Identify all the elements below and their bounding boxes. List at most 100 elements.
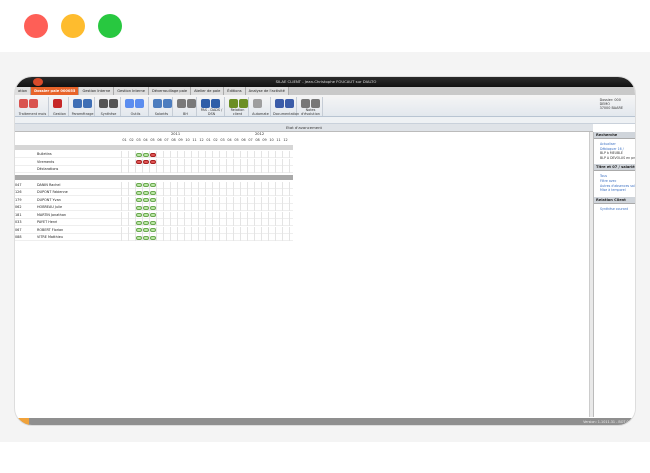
summary-row[interactable]: Bulletins: [15, 151, 293, 158]
status-ok-icon[interactable]: [143, 183, 149, 187]
month-label: 12: [283, 138, 288, 142]
tab-item[interactable]: Gestion Interne: [114, 87, 149, 95]
toolbar-group[interactable]: PAS - DADS / DSN: [199, 97, 225, 116]
status-ok-icon[interactable]: [136, 205, 142, 210]
panel-section-header[interactable]: Relation Client: [594, 196, 635, 204]
toolbar-icon[interactable]: [73, 99, 82, 108]
status-ok-icon[interactable]: [136, 198, 142, 202]
toolbar-icon[interactable]: [229, 99, 238, 108]
toolbar-icon[interactable]: [301, 99, 310, 108]
toolbar-group-label: Relation client: [230, 108, 245, 116]
status-ok-icon[interactable]: [143, 235, 149, 240]
toolbar-icon[interactable]: [163, 99, 172, 108]
status-ok-icon[interactable]: [150, 183, 156, 187]
toolbar-icon[interactable]: [187, 99, 196, 108]
panel-section-header[interactable]: Titre et 07 / salariés: [594, 164, 635, 172]
employee-row[interactable]: 067 ROBERT Florian: [15, 226, 293, 234]
status-ok-icon[interactable]: [150, 213, 156, 217]
employee-row[interactable]: 033 PAYET Henri: [15, 219, 293, 226]
status-ok-icon[interactable]: [150, 228, 156, 232]
status-error-icon[interactable]: [150, 152, 156, 157]
status-ok-icon[interactable]: [150, 235, 156, 240]
panel-section-header[interactable]: Recherche: [594, 132, 635, 139]
toolbar-icon[interactable]: [29, 99, 38, 108]
employee-row[interactable]: 181 MARTIN Jonathan: [15, 211, 293, 219]
summary-row[interactable]: Virements: [15, 158, 293, 166]
tab-item[interactable]: Dossier paie 000055: [31, 87, 80, 95]
status-ok-icon[interactable]: [150, 190, 156, 195]
employee-row[interactable]: 047 DANIN Rachel: [15, 181, 293, 189]
employee-row[interactable]: 179 DUPONT Yvan: [15, 196, 293, 204]
status-ok-icon[interactable]: [136, 220, 142, 225]
toolbar-icon[interactable]: [53, 99, 62, 108]
tab-item[interactable]: Éditions: [224, 87, 246, 95]
month-label: 07: [248, 138, 253, 142]
toolbar-group[interactable]: Documentation: [273, 97, 299, 116]
toolbar-group[interactable]: Synthèse: [97, 97, 121, 116]
status-ok-icon[interactable]: [136, 235, 142, 240]
toolbar-group[interactable]: Automate: [251, 97, 271, 116]
toolbar-icon[interactable]: [177, 99, 186, 108]
month-label: 12: [199, 138, 204, 142]
toolbar-icon[interactable]: [135, 99, 144, 108]
tab-item[interactable]: Déverrouillage paie: [148, 87, 192, 95]
tab-item[interactable]: Gestion Interne: [79, 87, 115, 95]
minimize-window-button[interactable]: [61, 14, 85, 38]
toolbar-group[interactable]: Traitement mois: [17, 97, 49, 116]
maximize-window-button[interactable]: [98, 14, 122, 38]
toolbar-group[interactable]: Gestion: [51, 97, 69, 116]
toolbar-icon[interactable]: [83, 99, 92, 108]
employee-row[interactable]: 088 VITRE Matthieu: [15, 234, 293, 241]
tab-item[interactable]: Atelier de paie: [191, 87, 225, 95]
status-ok-icon[interactable]: [150, 198, 156, 202]
toolbar-icon[interactable]: [19, 99, 28, 108]
tab-item[interactable]: Analyse de l'activité: [245, 87, 289, 95]
toolbar-group[interactable]: BH: [175, 97, 197, 116]
toolbar-icon[interactable]: [125, 99, 134, 108]
status-ok-icon[interactable]: [150, 220, 156, 225]
month-cells: [121, 158, 293, 166]
employee-row[interactable]: 062 HOBREAU Julie: [15, 204, 293, 211]
status-ok-icon[interactable]: [143, 228, 149, 232]
toolbar-icon[interactable]: [239, 99, 248, 108]
close-window-button[interactable]: [24, 14, 48, 38]
month-label: 05: [150, 138, 155, 142]
toolbar-icon[interactable]: [99, 99, 108, 108]
status-ok-icon[interactable]: [136, 152, 142, 157]
employee-code: 088: [15, 235, 22, 239]
status-ok-icon[interactable]: [143, 190, 149, 195]
toolbar-icon[interactable]: [275, 99, 284, 108]
toolbar-icon[interactable]: [153, 99, 162, 108]
month-cells: [121, 166, 293, 173]
toolbar-icon[interactable]: [311, 99, 320, 108]
status-ok-icon[interactable]: [136, 213, 142, 217]
toolbar-group[interactable]: Paramétrage: [71, 97, 95, 116]
status-ok-icon[interactable]: [143, 152, 149, 157]
status-ok-icon[interactable]: [136, 228, 142, 232]
status-ok-icon[interactable]: [143, 213, 149, 217]
version-label: Version: 1.1011.31 - BOT 000: [583, 420, 633, 424]
status-ok-icon[interactable]: [150, 205, 156, 210]
panel-link[interactable]: BLP A DEVOLUS en préparation: [594, 156, 635, 161]
employee-row[interactable]: 126 DUPONT Fabienne: [15, 189, 293, 196]
toolbar-icon[interactable]: [211, 99, 220, 108]
status-ok-icon[interactable]: [143, 220, 149, 225]
status-ok-icon[interactable]: [136, 190, 142, 195]
toolbar-icon[interactable]: [253, 99, 262, 108]
toolbar-group[interactable]: Relation client: [227, 97, 249, 116]
tab-item[interactable]: ation: [15, 87, 32, 95]
toolbar-group[interactable]: Outils: [123, 97, 149, 116]
toolbar-icon[interactable]: [109, 99, 118, 108]
status-ok-icon[interactable]: [136, 183, 142, 187]
summary-row[interactable]: Déclarations: [15, 166, 293, 173]
employee-name: MARTIN Jonathan: [37, 212, 67, 217]
status-ok-icon[interactable]: [143, 198, 149, 202]
toolbar-group[interactable]: Notes d'évolution: [299, 97, 323, 116]
toolbar-icon[interactable]: [201, 99, 210, 108]
toolbar-group[interactable]: Salariés: [151, 97, 173, 116]
status-error-icon[interactable]: [136, 160, 142, 164]
status-ok-icon[interactable]: [143, 205, 149, 210]
status-error-icon[interactable]: [150, 160, 156, 164]
toolbar-icon[interactable]: [285, 99, 294, 108]
status-error-icon[interactable]: [143, 160, 149, 164]
